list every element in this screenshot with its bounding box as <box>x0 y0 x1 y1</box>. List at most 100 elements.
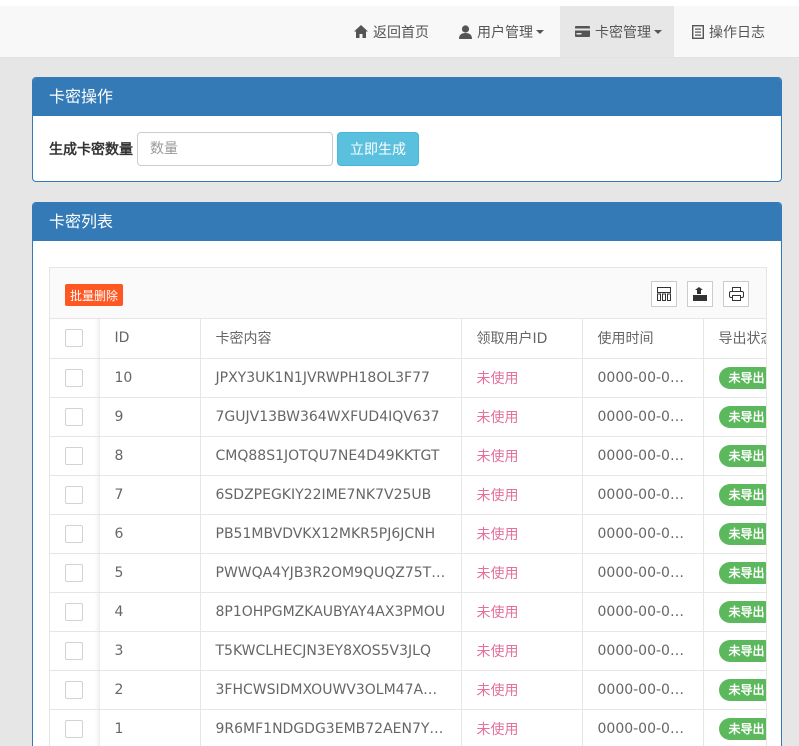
row-use-time: 0000-00-00 00:00:00 <box>582 397 704 437</box>
row-checkbox[interactable] <box>50 709 100 746</box>
generate-form: 生成卡密数量 立即生成 <box>49 132 419 166</box>
row-card-code: 8P1OHPGMZKAUBYAY4AX3PMOU <box>200 592 462 632</box>
list-alt-icon <box>692 24 704 39</box>
credit-card-icon <box>575 26 590 37</box>
column-header-status[interactable]: 导出状态 <box>703 319 766 359</box>
row-use-time: 0000-00-00 00:00:00 <box>582 475 704 515</box>
table-header-row: ID 卡密内容 领取用户ID 使用时间 导出状态 <box>50 319 766 359</box>
nav-home-label: 返回首页 <box>373 24 429 41</box>
home-icon <box>354 25 368 38</box>
qty-label: 生成卡密数量 <box>49 142 133 158</box>
row-checkbox[interactable] <box>50 592 100 632</box>
status-badge: 未导出 <box>718 522 766 545</box>
row-user-id: 未使用 <box>461 397 583 437</box>
status-badge: 未导出 <box>718 717 766 740</box>
row-user-id: 未使用 <box>461 592 583 632</box>
status-badge: 未导出 <box>718 639 766 662</box>
row-checkbox[interactable] <box>50 553 100 593</box>
export-icon[interactable] <box>687 281 713 307</box>
column-header-time[interactable]: 使用时间 <box>582 319 704 359</box>
quantity-input[interactable] <box>137 132 333 166</box>
card-list-panel: 卡密列表 批量删除 ID 卡密内容 领取用户ID 使用时间 导出状 10 JPX… <box>32 202 782 746</box>
row-checkbox[interactable] <box>50 397 100 437</box>
row-export-status: 未导出 <box>703 436 766 476</box>
column-header-id[interactable]: ID <box>99 319 201 359</box>
row-card-code: 7GUJV13BW364WXFUD4IQV637 <box>200 397 462 437</box>
row-card-code: JPXY3UK1N1JVRWPH18OL3F77 <box>200 358 462 398</box>
row-card-code: 6SDZPEGKIY22IME7NK7V25UB <box>200 475 462 515</box>
user-icon <box>459 24 472 39</box>
table-row[interactable]: 10 JPXY3UK1N1JVRWPH18OL3F77 未使用 0000-00-00 … <box>50 358 766 398</box>
columns-icon[interactable] <box>651 281 677 307</box>
row-card-code: T5KWCLHECJN3EY8XOS5V3JLQ <box>200 631 462 671</box>
row-user-id: 未使用 <box>461 358 583 398</box>
table-row[interactable]: 3 T5KWCLHECJN3EY8XOS5V3JLQ 未使用 0000-00-00 0… <box>50 631 766 671</box>
status-badge: 未导出 <box>718 483 766 506</box>
row-use-time: 0000-00-00 00:00:00 <box>582 553 704 593</box>
row-export-status: 未导出 <box>703 358 766 398</box>
row-export-status: 未导出 <box>703 631 766 671</box>
row-use-time: 0000-00-00 00:00:00 <box>582 358 704 398</box>
row-use-time: 0000-00-00 00:00:00 <box>582 592 704 632</box>
table-row[interactable]: 2 3FHCWSIDMXOUWV3OLM47AKQZ 未使用 0000-00-00 0… <box>50 670 766 710</box>
status-badge: 未导出 <box>718 405 766 428</box>
row-card-code: 3FHCWSIDMXOUWV3OLM47AKQZ <box>200 670 462 710</box>
status-badge: 未导出 <box>718 600 766 623</box>
row-export-status: 未导出 <box>703 709 766 746</box>
row-checkbox[interactable] <box>50 475 100 515</box>
row-checkbox[interactable] <box>50 358 100 398</box>
row-export-status: 未导出 <box>703 592 766 632</box>
row-export-status: 未导出 <box>703 514 766 554</box>
card-table: ID 卡密内容 领取用户ID 使用时间 导出状态 10JPXY3UK1N1JVR… <box>50 319 766 746</box>
row-use-time: 0000-00-00 00:00:00 <box>582 709 704 746</box>
print-icon[interactable] <box>723 281 749 307</box>
table-toolbar: 批量删除 <box>50 268 766 319</box>
table-row[interactable]: 9 7GUJV13BW364WXFUD4IQV637 未使用 0000-00-00 0… <box>50 397 766 437</box>
table-row[interactable]: 5 PWWQA4YJB3R2OM9QUQZ75TZN 未使用 0000-00-00 0… <box>50 553 766 593</box>
row-use-time: 0000-00-00 00:00:00 <box>582 514 704 554</box>
row-user-id: 未使用 <box>461 436 583 476</box>
nav-users[interactable]: 用户管理 <box>459 6 544 57</box>
row-id: 2 <box>99 670 201 710</box>
nav-home[interactable]: 返回首页 <box>354 6 429 57</box>
row-user-id: 未使用 <box>461 631 583 671</box>
batch-delete-button[interactable]: 批量删除 <box>65 284 124 306</box>
row-id: 9 <box>99 397 201 437</box>
nav-users-label: 用户管理 <box>477 24 533 41</box>
row-card-code: CMQ88S1JOTQU7NE4D49KKTGT <box>200 436 462 476</box>
row-card-code: 9R6MF1NDGDG3EMB72AEN7YFW <box>200 709 462 746</box>
card-operation-panel: 卡密操作 生成卡密数量 立即生成 <box>32 77 782 182</box>
row-id: 7 <box>99 475 201 515</box>
nav-cards[interactable]: 卡密管理 <box>560 6 674 57</box>
row-checkbox[interactable] <box>50 436 100 476</box>
nav-cards-label: 卡密管理 <box>595 24 651 41</box>
status-badge: 未导出 <box>718 561 766 584</box>
row-checkbox[interactable] <box>50 514 100 554</box>
row-id: 10 <box>99 358 201 398</box>
row-use-time: 0000-00-00 00:00:00 <box>582 670 704 710</box>
table-row[interactable]: 1 9R6MF1NDGDG3EMB72AEN7YFW 未使用 0000-00-00 0… <box>50 709 766 746</box>
row-id: 5 <box>99 553 201 593</box>
nav-logs[interactable]: 操作日志 <box>692 6 765 57</box>
column-header-user[interactable]: 领取用户ID <box>461 319 583 359</box>
status-badge: 未导出 <box>718 678 766 701</box>
table-row[interactable]: 6 PB51MBVDVKX12MKR5PJ6JCNH 未使用 0000-00-00 0… <box>50 514 766 554</box>
row-id: 1 <box>99 709 201 746</box>
row-id: 4 <box>99 592 201 632</box>
table-row[interactable]: 8 CMQ88S1JOTQU7NE4D49KKTGT 未使用 0000-00-00 0… <box>50 436 766 476</box>
chevron-down-icon <box>536 29 544 34</box>
status-badge: 未导出 <box>718 366 766 389</box>
select-all-checkbox[interactable] <box>50 319 100 359</box>
row-card-code: PWWQA4YJB3R2OM9QUQZ75TZN <box>200 553 462 593</box>
row-export-status: 未导出 <box>703 397 766 437</box>
row-user-id: 未使用 <box>461 475 583 515</box>
column-header-code[interactable]: 卡密内容 <box>200 319 462 359</box>
row-checkbox[interactable] <box>50 670 100 710</box>
table-row[interactable]: 4 8P1OHPGMZKAUBYAY4AX3PMOU 未使用 0000-00-00 0… <box>50 592 766 632</box>
generate-button[interactable]: 立即生成 <box>337 132 419 166</box>
table-row[interactable]: 7 6SDZPEGKIY22IME7NK7V25UB 未使用 0000-00-00 0… <box>50 475 766 515</box>
row-checkbox[interactable] <box>50 631 100 671</box>
row-use-time: 0000-00-00 00:00:00 <box>582 631 704 671</box>
row-user-id: 未使用 <box>461 709 583 746</box>
row-user-id: 未使用 <box>461 670 583 710</box>
